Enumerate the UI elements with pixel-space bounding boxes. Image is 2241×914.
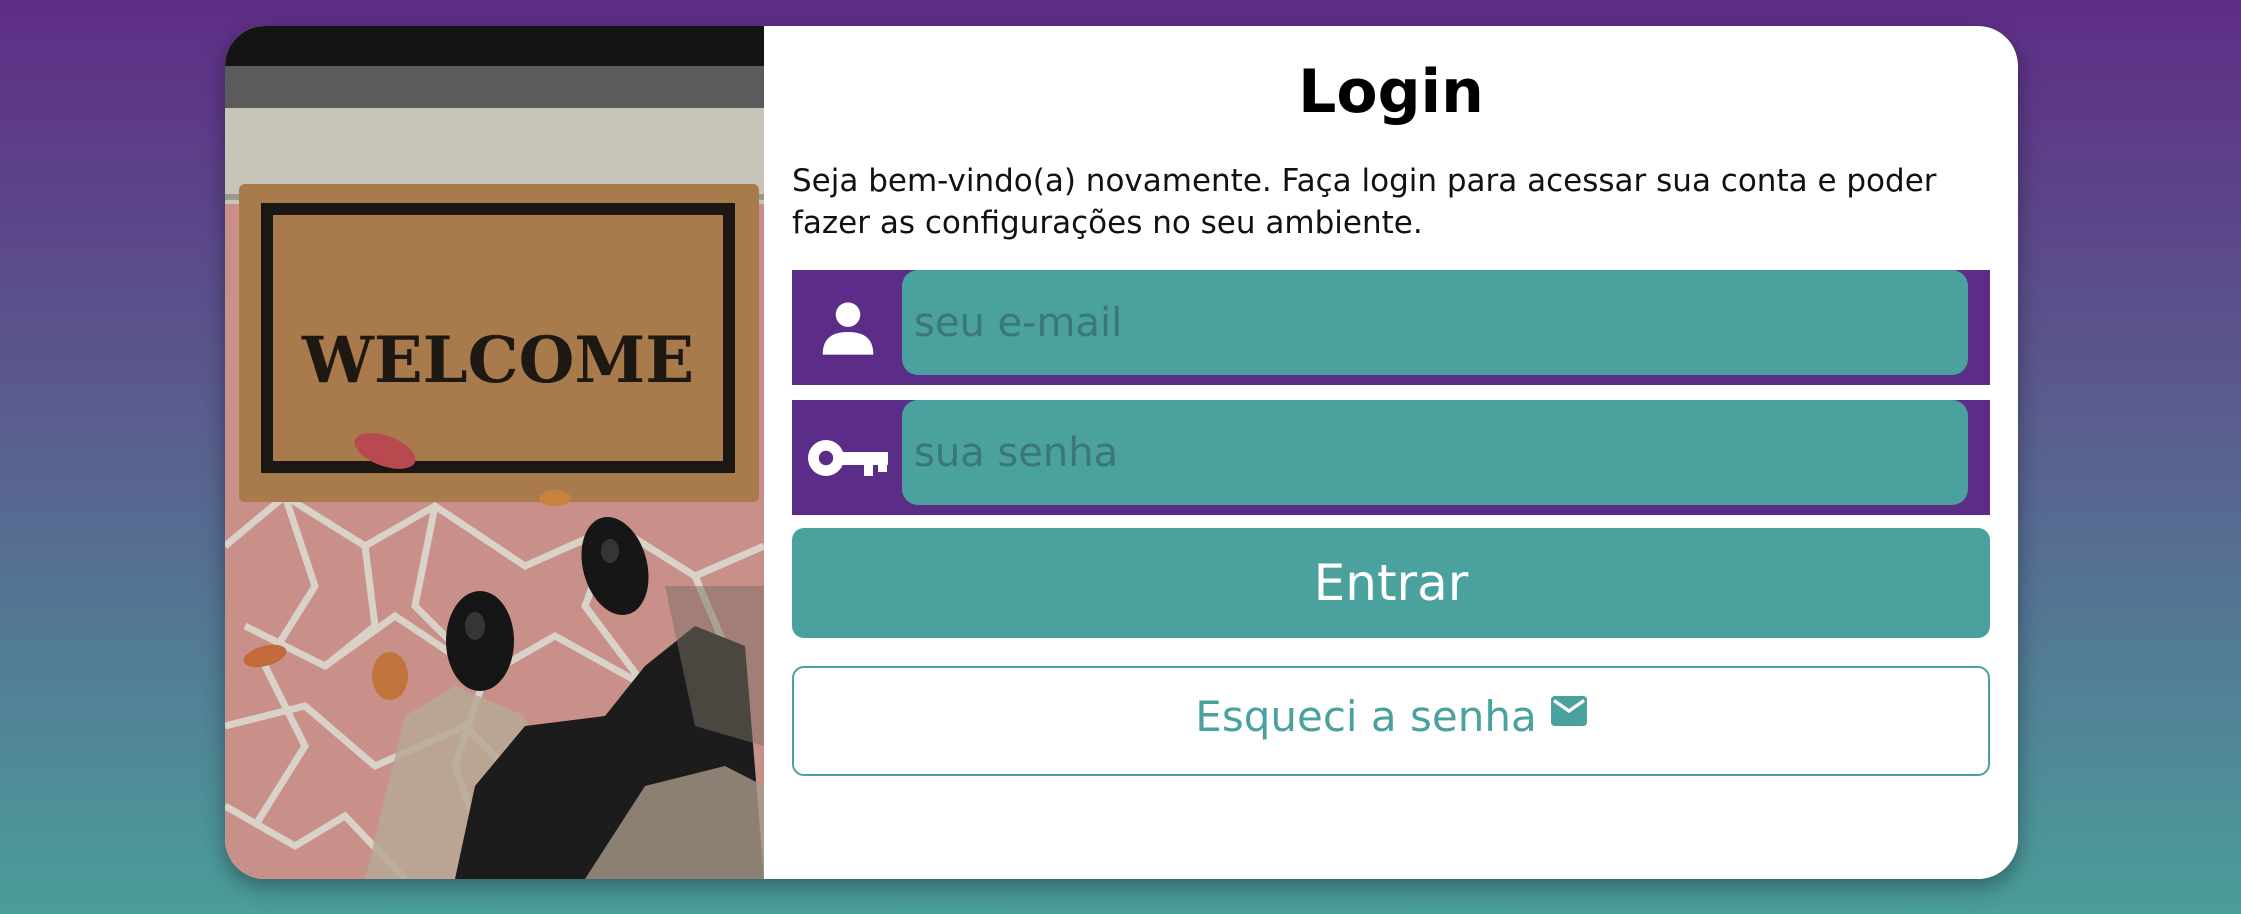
email-field-group — [792, 270, 1990, 385]
forgot-password-button[interactable]: Esqueci a senha — [792, 666, 1990, 776]
login-form-panel: Login Seja bem-vindo(a) novamente. Faça … — [792, 26, 1990, 879]
password-input[interactable] — [902, 400, 1968, 505]
welcome-mat-text: WELCOME — [301, 323, 694, 398]
password-field-group — [792, 400, 1990, 515]
submit-button[interactable]: Entrar — [792, 528, 1990, 638]
key-icon — [792, 400, 904, 515]
page-title: Login — [1298, 57, 1484, 127]
mail-icon — [1550, 696, 1587, 726]
welcome-mat-photo: WELCOME — [225, 26, 764, 879]
email-input[interactable] — [902, 270, 1968, 375]
login-card: WELCOME Login Seja bem-vindo(a) novament… — [225, 26, 2018, 879]
user-icon — [792, 270, 904, 385]
intro-text: Seja bem-vindo(a) novamente. Faça login … — [792, 163, 1937, 241]
forgot-password-label: Esqueci a senha — [1195, 691, 1537, 741]
